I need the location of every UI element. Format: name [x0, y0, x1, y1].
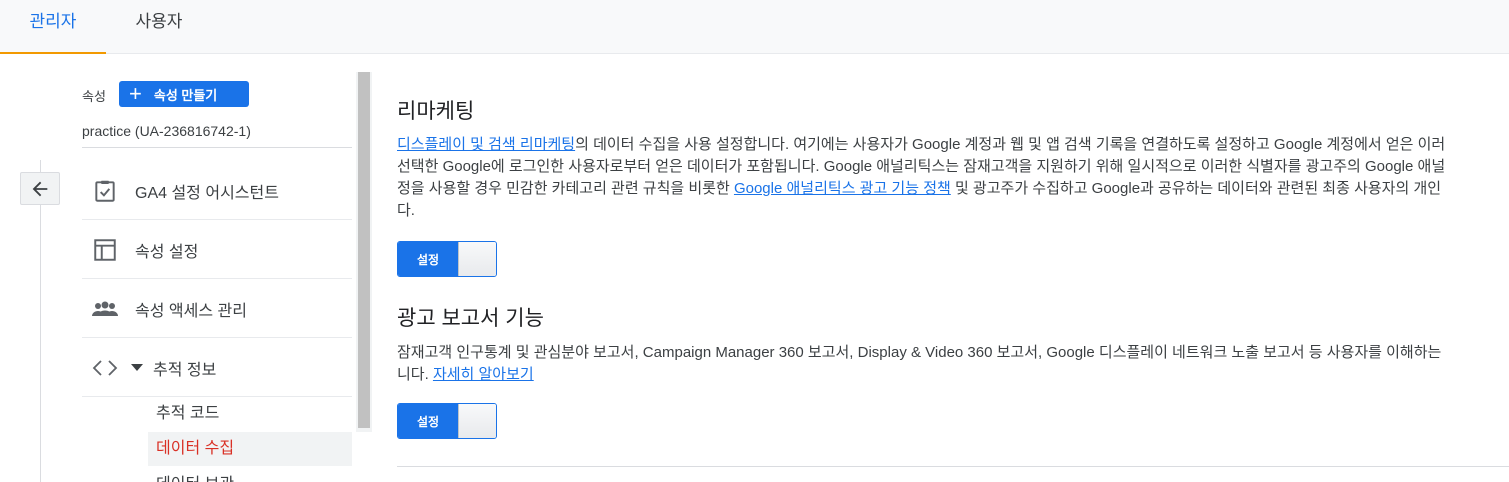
people-icon — [90, 294, 120, 324]
sidebar-item-label: 속성 액세스 관리 — [135, 302, 247, 320]
sidebar-item-label: 속성 설정 — [135, 243, 199, 261]
plus-icon: + — [129, 81, 142, 106]
sidebar-item-label: 추적 정보 — [153, 361, 217, 379]
ads-reporting-text-1: 잠재고객 인구통계 및 관심분야 보고서, Campaign Manager 3… — [397, 344, 1442, 361]
ads-reporting-title: 광고 보고서 기능 — [397, 307, 544, 330]
learn-more-link[interactable]: 자세히 알아보기 — [433, 366, 534, 383]
remarketing-text-3b: 및 광고주가 수집하고 Google과 공유하는 데이터와 관련된 최종 사용자… — [950, 180, 1442, 197]
create-property-label: 속성 만들기 — [153, 87, 218, 103]
sidebar-subitem-tracking-code[interactable]: 추적 코드 — [148, 397, 352, 431]
toggle-knob — [458, 404, 496, 438]
arrow-left-icon — [32, 181, 48, 196]
section-divider — [397, 466, 1509, 467]
ads-policy-link[interactable]: Google 애널리틱스 광고 기능 정책 — [734, 180, 951, 197]
ads-reporting-description: 잠재고객 인구통계 및 관심분야 보고서, Campaign Manager 3… — [397, 342, 1509, 386]
remarketing-text-2: 선택한 Google에 로그인한 사용자로부터 얻은 데이터가 포함됩니다. G… — [397, 158, 1446, 175]
ads-reporting-text-2: 니다. — [397, 366, 433, 383]
remarketing-text-4: 다. — [397, 202, 415, 219]
back-button[interactable] — [20, 172, 60, 205]
sidebar-item-property-settings[interactable]: 속성 설정 — [82, 221, 352, 279]
code-icon — [90, 353, 120, 383]
top-tab-bar: 관리자 사용자 — [0, 0, 1509, 54]
ads-reporting-toggle[interactable]: 설정 — [397, 403, 497, 439]
clipboard-check-icon — [90, 176, 120, 206]
remarketing-title: 리마케팅 — [397, 100, 475, 123]
create-property-button[interactable]: + 속성 만들기 — [119, 81, 249, 107]
remarketing-text-1: 의 데이터 수집을 사용 설정합니다. 여기에는 사용자가 Google 계정과… — [575, 136, 1446, 153]
divider — [82, 147, 352, 148]
property-selector[interactable]: practice (UA-236816742-1) — [82, 123, 251, 139]
remarketing-text-3a: 정을 사용할 경우 민감한 카테고리 관련 규칙을 비롯한 — [397, 180, 734, 197]
sidebar-item-label: GA4 설정 어시스턴트 — [135, 184, 279, 202]
tab-user[interactable]: 사용자 — [110, 0, 208, 54]
property-label: 속성 — [82, 89, 106, 104]
sidebar-subitem-data-collection[interactable]: 데이터 수집 — [148, 432, 352, 466]
toggle-on-label: 설정 — [398, 242, 458, 276]
sidebar-item-tracking-info[interactable]: 추적 정보 — [82, 339, 352, 397]
display-search-remarketing-link[interactable]: 디스플레이 및 검색 리마케팅 — [397, 136, 575, 153]
caret-down-icon — [131, 364, 143, 371]
tab-admin[interactable]: 관리자 — [0, 0, 106, 54]
layout-icon — [90, 235, 120, 265]
scrollbar-thumb[interactable] — [358, 72, 370, 428]
nav-vertical-line — [40, 160, 41, 482]
sidebar-subitem-data-retention[interactable]: 데이터 보관 — [148, 468, 352, 482]
toggle-on-label: 설정 — [398, 404, 458, 438]
sidebar-item-ga4-setup-assistant[interactable]: GA4 설정 어시스턴트 — [82, 162, 352, 220]
remarketing-toggle[interactable]: 설정 — [397, 241, 497, 277]
remarketing-description: 디스플레이 및 검색 리마케팅의 데이터 수집을 사용 설정합니다. 여기에는 … — [397, 134, 1509, 222]
toggle-knob — [458, 242, 496, 276]
sidebar-item-property-access[interactable]: 속성 액세스 관리 — [82, 280, 352, 338]
